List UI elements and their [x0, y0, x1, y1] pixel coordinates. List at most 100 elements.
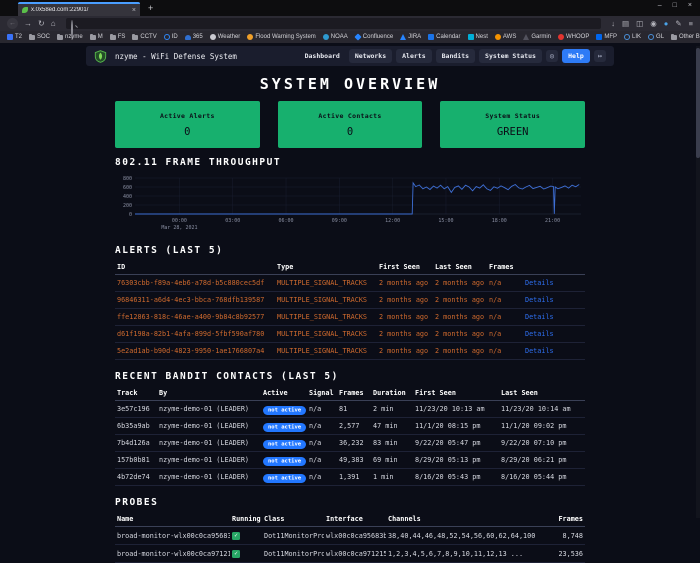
- bookmark-item[interactable]: Weather: [209, 34, 241, 40]
- svg-text:12:00: 12:00: [385, 218, 400, 224]
- summary-card: Active Contacts 0: [277, 101, 423, 148]
- bookmark-item[interactable]: Calendar: [428, 34, 461, 40]
- bookmark-item[interactable]: NOAA: [322, 34, 348, 40]
- cell-type: MULTIPLE_SIGNAL_TRACKS: [275, 308, 377, 326]
- bookmark-item[interactable]: AWS: [494, 34, 516, 40]
- details-link[interactable]: Details: [525, 313, 554, 321]
- svg-text:Mar 28, 2021: Mar 28, 2021: [161, 225, 197, 230]
- bookmark-label: MFP: [604, 34, 618, 40]
- bookmark-item[interactable]: Confluence: [354, 33, 393, 41]
- cell-details: Details: [523, 325, 585, 343]
- forward-button[interactable]: →: [24, 19, 32, 28]
- svg-text:21:00: 21:00: [545, 218, 560, 224]
- new-tab-button[interactable]: +: [148, 3, 153, 13]
- svg-text:09:00: 09:00: [332, 218, 347, 224]
- bookmark-item[interactable]: CCTV: [132, 33, 157, 40]
- cell-first-seen: 2 months ago: [377, 342, 433, 360]
- bookmark-item[interactable]: FS: [109, 33, 125, 40]
- account-icon[interactable]: ◉: [650, 20, 657, 28]
- bookmark-label: Nest: [475, 34, 488, 40]
- bookmark-item[interactable]: ID: [163, 34, 178, 40]
- running-checkbox[interactable]: ✓: [232, 550, 240, 558]
- other-bookmarks-label: Other Bookmarks: [679, 34, 700, 40]
- nav-networks[interactable]: Networks: [348, 49, 393, 63]
- cell-frames: 1,391: [337, 468, 371, 486]
- bookmark-item[interactable]: T2: [7, 34, 22, 40]
- svg-text:00:00: 00:00: [172, 218, 187, 224]
- nzyme-favicon-icon: [22, 7, 28, 13]
- bookmark-item[interactable]: WHOOP: [558, 34, 589, 40]
- details-link[interactable]: Details: [525, 330, 554, 338]
- cell-id: 96846311-a6d4-4ec3-bbca-768dfb139587: [115, 291, 275, 309]
- throughput-chart: 0 200 400 600 800 00:00Mar 28, 2021 03:00 06:00…: [123, 176, 581, 231]
- tab-close-icon[interactable]: ×: [132, 7, 136, 14]
- window-minimize-button[interactable]: –: [658, 2, 662, 9]
- bookmark-favicon-icon: [322, 34, 329, 40]
- other-bookmarks-button[interactable]: Other Bookmarks: [671, 33, 700, 40]
- bookmark-item[interactable]: 365: [184, 34, 203, 40]
- bookmark-item[interactable]: MFP: [596, 34, 617, 40]
- help-button[interactable]: Help: [562, 49, 590, 63]
- status-circle-button[interactable]: ◎: [545, 50, 559, 62]
- cell-by: nzyme-demo-01 (LEADER): [157, 451, 261, 469]
- summary-card: Active Alerts 0: [115, 101, 260, 148]
- cell-frames: 36,232: [337, 434, 371, 452]
- section-title-probes: PROBES: [115, 497, 159, 508]
- bookmark-item[interactable]: nzyme: [57, 33, 83, 40]
- cell-first-seen: 11/1/20 08:15 pm: [413, 417, 499, 435]
- nav-dashboard[interactable]: Dashboard: [305, 52, 340, 60]
- browser-chrome: x.0x58ed.com:22901/ × + – □ × ← → ↻ ⌂ ↓ …: [0, 0, 700, 43]
- cell-details: Details: [523, 342, 585, 360]
- details-link[interactable]: Details: [525, 279, 554, 287]
- edit-icon[interactable]: ✎: [675, 20, 681, 28]
- bookmark-favicon-icon: [247, 34, 254, 40]
- cell-type: MULTIPLE_SIGNAL_TRACKS: [275, 325, 377, 343]
- bookmark-item[interactable]: M: [89, 33, 103, 40]
- col-header-name: Name: [115, 512, 230, 527]
- bookmark-item[interactable]: Garmin: [523, 34, 551, 40]
- scrollbar[interactable]: [696, 46, 700, 518]
- sidebar-icon[interactable]: ◫: [636, 20, 643, 28]
- window-maximize-button[interactable]: □: [673, 2, 677, 9]
- details-link[interactable]: Details: [525, 296, 554, 304]
- bookmark-label: Garmin: [531, 34, 551, 40]
- url-input[interactable]: [79, 19, 597, 28]
- running-checkbox[interactable]: ✓: [232, 532, 240, 540]
- navigation-toolbar: ← → ↻ ⌂ ↓ ▤ ◫ ◉ ● ✎ ≡: [0, 16, 700, 39]
- bookmark-item[interactable]: Nest: [467, 34, 488, 40]
- cell-active: not active: [261, 417, 307, 435]
- details-link[interactable]: Details: [525, 347, 554, 355]
- nav-system-status[interactable]: System Status: [479, 49, 542, 63]
- downloads-icon[interactable]: ↓: [611, 20, 615, 28]
- window-close-button[interactable]: ×: [688, 2, 692, 9]
- bookmark-label: CCTV: [140, 34, 157, 40]
- bookmark-label: Weather: [217, 34, 241, 40]
- table-row: broad-monitor-wlx00c0ca971215 ✓ Dot11Monit…: [115, 544, 585, 563]
- table-row: 5e2ad1ab-b90d-4823-9950-1ae1766807a4 MULT…: [115, 342, 585, 360]
- menu-icon[interactable]: ≡: [689, 20, 693, 28]
- bandits-section: RECENT BANDIT CONTACTS (LAST 5) Track By A…: [115, 371, 585, 486]
- toolbar-icons: ↓ ▤ ◫ ◉ ● ✎ ≡: [611, 20, 693, 28]
- url-bar[interactable]: [65, 18, 602, 39]
- cell-first-seen: 2 months ago: [377, 308, 433, 326]
- bookmark-item[interactable]: Flood Warning System: [247, 34, 316, 40]
- nav-bandits[interactable]: Bandits: [435, 49, 476, 63]
- card-label: System Status: [485, 111, 541, 120]
- nzyme-page: nzyme - WiFi Defense System Dashboard Ne…: [0, 46, 700, 563]
- bookmark-item[interactable]: JIRA: [400, 34, 421, 40]
- bookmark-item[interactable]: GL: [648, 34, 664, 40]
- extension-icon[interactable]: ●: [664, 20, 669, 28]
- library-icon[interactable]: ▤: [622, 20, 629, 28]
- logout-button[interactable]: ↦: [593, 50, 606, 62]
- scrollbar-thumb[interactable]: [696, 48, 700, 158]
- bookmark-item[interactable]: SOC: [29, 33, 50, 40]
- bookmark-label: GL: [656, 34, 665, 40]
- home-button[interactable]: ⌂: [51, 19, 56, 28]
- reload-button[interactable]: ↻: [38, 19, 45, 28]
- browser-tab[interactable]: x.0x58ed.com:22901/ ×: [18, 2, 140, 16]
- cell-duration: 83 min: [371, 434, 413, 452]
- back-button[interactable]: ←: [7, 18, 18, 29]
- bookmark-item[interactable]: LIK: [624, 34, 641, 40]
- col-header-active: Active: [261, 386, 307, 401]
- nav-alerts[interactable]: Alerts: [396, 49, 432, 63]
